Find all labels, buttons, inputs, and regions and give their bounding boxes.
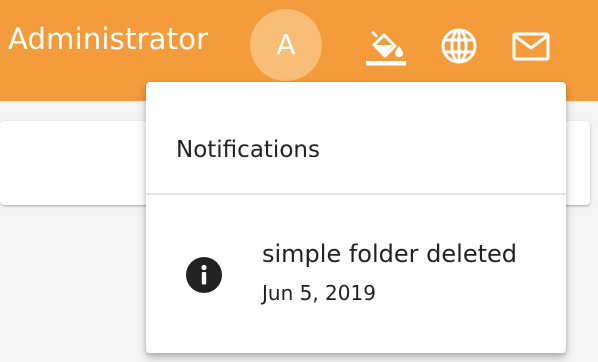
user-name: Administrator (8, 22, 209, 56)
notifications-panel: Notifications simple folder deleted Jun … (146, 82, 566, 353)
notification-message: simple folder deleted (262, 240, 517, 268)
language-button[interactable] (437, 24, 481, 68)
notification-item[interactable]: simple folder deleted Jun 5, 2019 (146, 195, 566, 353)
paint-bucket-icon (366, 31, 406, 66)
messages-button[interactable] (509, 24, 553, 68)
theme-button[interactable] (364, 24, 408, 68)
info-icon (186, 257, 222, 293)
globe-icon (441, 28, 477, 64)
mail-icon (512, 32, 550, 61)
notification-date: Jun 5, 2019 (262, 281, 376, 305)
notifications-title: Notifications (176, 137, 320, 163)
user-avatar[interactable]: A (250, 9, 322, 81)
